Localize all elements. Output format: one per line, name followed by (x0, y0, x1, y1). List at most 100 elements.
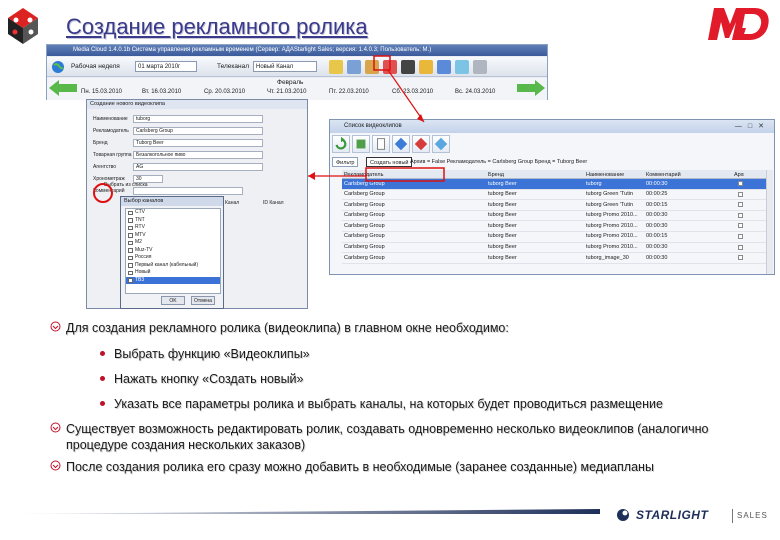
channel-label: RTV (135, 224, 145, 230)
checkbox[interactable] (128, 218, 133, 223)
bullet-item: Для создания рекламного ролика (видеокли… (50, 320, 770, 412)
day-label: Сб. 23.03.2010 (392, 89, 434, 95)
column-header[interactable]: Наименование (586, 172, 642, 178)
create-new-button[interactable]: Создать новый (366, 157, 413, 167)
table-row[interactable]: Carlsberg Group tuborg Beer tuborg Promo… (342, 221, 772, 232)
bullet-marker-icon (50, 460, 61, 471)
cell-advertiser: Carlsberg Group (344, 222, 385, 229)
table-row[interactable]: Carlsberg Group tuborg Beer tuborg Green… (342, 200, 772, 211)
channel-item[interactable]: Первый канал (кабельный) (126, 262, 220, 270)
cell-name: tuborg Promo 2010... (586, 222, 638, 229)
table-row[interactable]: Carlsberg Group tuborg Beer tuborg_image… (342, 253, 772, 264)
tools-icon[interactable] (347, 60, 361, 74)
tv-icon[interactable] (455, 60, 469, 74)
checkbox[interactable] (128, 240, 133, 245)
product-group-select[interactable]: Безалкогольное пиво (133, 151, 263, 159)
table-row[interactable]: Carlsberg Group tuborg Beer tuborg 00:00… (342, 179, 772, 190)
bullet-item: Существует возможность редактировать рол… (50, 421, 770, 453)
archive-checkbox[interactable] (738, 244, 743, 250)
channel-select[interactable]: Новый Канал (253, 61, 317, 72)
checkbox[interactable] (128, 270, 133, 275)
channel-select-dialog: Выбор каналов CTV TNT RTV MTV M2 Muz-TV … (120, 196, 224, 309)
folder-icon[interactable] (329, 60, 343, 74)
day-label: Ср. 20.03.2010 (204, 89, 246, 95)
table-row[interactable]: Carlsberg Group tuborg Beer tuborg Promo… (342, 211, 772, 222)
new-document-icon[interactable] (372, 135, 390, 153)
channel-item[interactable]: TNT (126, 217, 220, 225)
field-label: Агентство (93, 164, 116, 170)
comment-input[interactable] (133, 187, 243, 195)
table-row[interactable]: Carlsberg Group tuborg Beer tuborg Promo… (342, 232, 772, 243)
copy-diamond-icon[interactable] (412, 135, 430, 153)
week-row: Февраль Пн. 15.03.2010 Вт. 16.03.2010 Ср… (47, 78, 547, 100)
cell-advertiser: Carlsberg Group (344, 180, 385, 187)
cell-duration: 00:00:30 (646, 180, 668, 187)
column-header[interactable]: Комментарий (646, 172, 710, 178)
channel-item[interactable]: Muz-TV (126, 247, 220, 255)
cell-advertiser: Carlsberg Group (344, 254, 385, 261)
channel-item[interactable]: Россия (126, 254, 220, 262)
document-icon[interactable] (419, 60, 433, 74)
checkbox[interactable] (128, 263, 133, 268)
column-header[interactable]: Архив (734, 172, 744, 178)
archive-checkbox[interactable] (738, 191, 743, 197)
cell-duration: 00:00:25 (646, 191, 668, 198)
archive-checkbox[interactable] (738, 212, 743, 218)
delete-diamond-icon[interactable] (432, 135, 450, 153)
window-controls-icon[interactable]: —□✕ (735, 122, 770, 130)
column-header[interactable]: Бренд (488, 172, 580, 178)
column-header[interactable]: Рекламодатель (344, 172, 484, 178)
week-select[interactable]: 01 марта 2010г (135, 61, 197, 72)
filter-button[interactable]: Фильтр (332, 157, 359, 167)
sub-bullet-list: Выбрать функцию «Видеоклипы» Нажать кноп… (100, 346, 770, 412)
archive-checkbox[interactable] (738, 181, 743, 186)
table-row[interactable]: Carlsberg Group tuborg Beer tuborg Green… (342, 190, 772, 201)
export-icon[interactable] (352, 135, 370, 153)
video-list-window: Список видеоклипов —□✕ Фильтр Создать но… (329, 119, 775, 275)
archive-checkbox[interactable] (738, 202, 743, 208)
archive-checkbox[interactable] (738, 233, 743, 239)
channel-label: Новый (135, 269, 151, 275)
checkbox[interactable] (128, 255, 133, 260)
video-clips-icon[interactable] (383, 60, 397, 74)
cancel-button[interactable]: Отмена (191, 296, 215, 305)
ok-button[interactable]: OK (161, 296, 185, 305)
table-row[interactable]: Carlsberg Group tuborg Beer tuborg Promo… (342, 243, 772, 254)
slide-title: Создание рекламного ролика (66, 14, 368, 39)
brand-select[interactable]: Tuborg Beer (133, 139, 263, 147)
channel-item-selected[interactable]: ТВ3 (126, 276, 220, 284)
grid-col-channel: Канал (225, 200, 240, 206)
next-week-arrow-icon[interactable] (517, 80, 545, 96)
edit-diamond-icon[interactable] (392, 135, 410, 153)
prev-week-arrow-icon[interactable] (49, 80, 77, 96)
checkbox[interactable] (128, 278, 133, 283)
channel-item[interactable]: RTV (126, 224, 220, 232)
footer-brand: STARLIGHT (636, 508, 709, 522)
agency-select[interactable]: AG (133, 163, 263, 171)
name-input[interactable]: tuborg (133, 115, 263, 123)
channel-item[interactable]: M2 (126, 239, 220, 247)
film-reel-icon[interactable] (401, 60, 415, 74)
checkbox[interactable] (128, 210, 133, 215)
table-header: Рекламодатель Бренд Наименование Коммент… (342, 170, 772, 179)
checkbox[interactable] (128, 233, 133, 238)
refresh-icon[interactable] (332, 135, 350, 153)
channel-item[interactable]: CTV (126, 209, 220, 217)
app-titlebar: Media Cloud 1.4.0.1b Система управления … (47, 45, 547, 56)
chart-icon[interactable] (437, 60, 451, 74)
vertical-scrollbar[interactable] (766, 170, 773, 274)
settings-icon[interactable] (473, 60, 487, 74)
archive-checkbox[interactable] (738, 255, 743, 261)
archive-checkbox[interactable] (738, 223, 743, 229)
channel-item[interactable]: MTV (126, 232, 220, 240)
channel-label: Muz-TV (135, 246, 153, 253)
clipboard-icon[interactable] (365, 60, 379, 74)
channel-item[interactable]: Новый (126, 269, 220, 277)
day-label: Пт. 22.03.2010 (329, 89, 369, 95)
video-toolbar (332, 135, 472, 155)
globe-icon[interactable] (51, 60, 65, 74)
sub-bullet-item: Нажать кнопку «Создать новый» (100, 371, 770, 387)
checkbox[interactable] (128, 225, 133, 230)
advertiser-select[interactable]: Carlsberg Group (133, 127, 263, 135)
checkbox[interactable] (128, 248, 133, 253)
